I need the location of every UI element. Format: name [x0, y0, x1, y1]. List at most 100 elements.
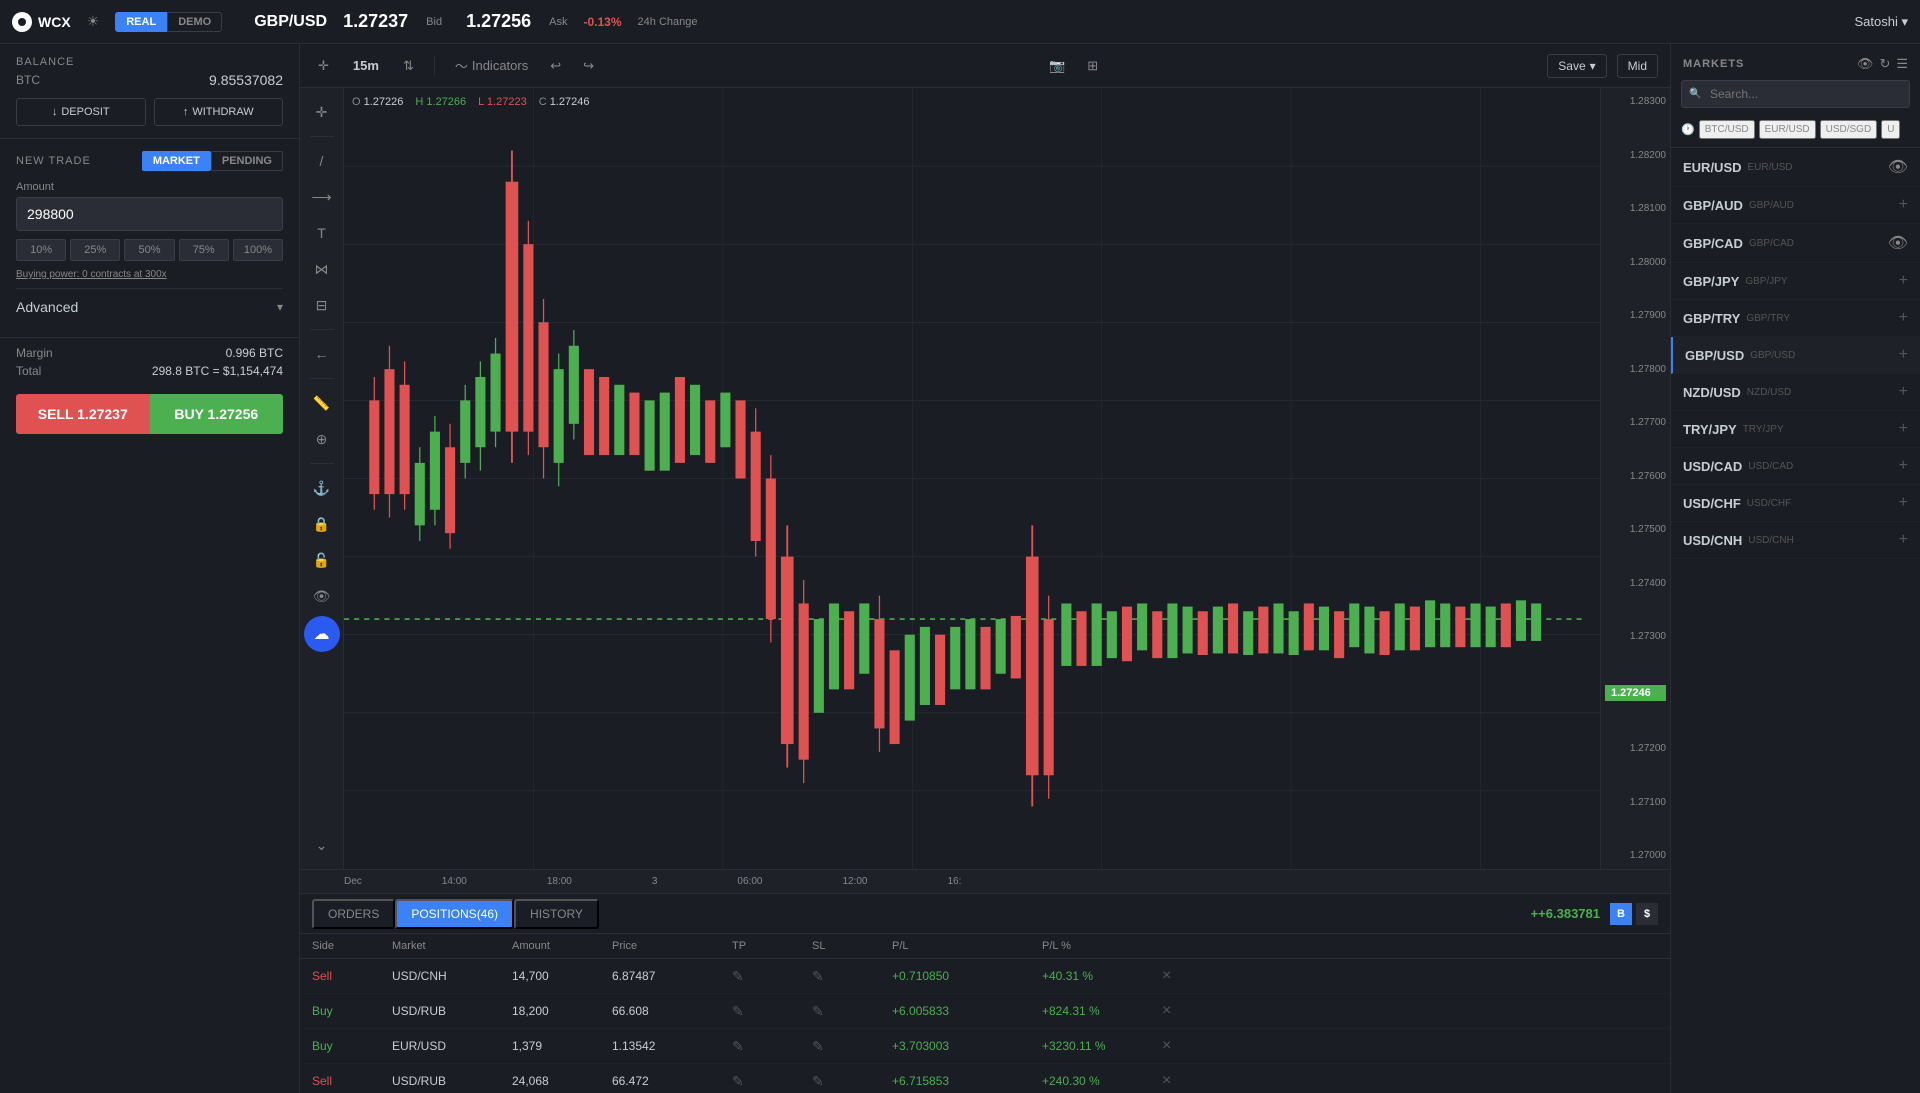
market-item-eurusd[interactable]: EUR/USD EUR/USD 👁: [1671, 148, 1920, 187]
pct-25-button[interactable]: 25%: [70, 239, 120, 261]
back-tool-button[interactable]: ←: [306, 338, 338, 370]
compare-button[interactable]: ⇅: [397, 54, 420, 78]
unlock-tool-button[interactable]: 🔓: [306, 544, 338, 576]
markets-search-input[interactable]: [1681, 80, 1910, 108]
orders-tab[interactable]: ORDERS: [312, 899, 395, 929]
save-button[interactable]: Save ▾: [1547, 54, 1606, 78]
sell-button[interactable]: SELL 1.27237: [16, 394, 150, 434]
undo-button[interactable]: ↩: [544, 54, 567, 78]
pending-button[interactable]: PENDING: [211, 151, 283, 171]
quick-pair-more[interactable]: U: [1881, 120, 1900, 139]
market-item-gbpaud[interactable]: GBP/AUD GBP/AUD +: [1671, 187, 1920, 224]
crosshair-tool-button[interactable]: ✛: [312, 54, 335, 78]
sl-edit-icon[interactable]: ✎: [812, 1003, 892, 1020]
advanced-toggle[interactable]: Advanced ▾: [16, 288, 283, 325]
lock-tool-button[interactable]: 🔒: [306, 508, 338, 540]
market-item-nzdusd[interactable]: NZD/USD NZD/USD +: [1671, 374, 1920, 411]
theme-icon[interactable]: ☀: [87, 13, 100, 30]
markets-header: MARKETS 👁 ↻ ☰: [1671, 44, 1920, 80]
row-price: 66.472: [612, 1074, 732, 1088]
buy-button[interactable]: BUY 1.27256: [150, 394, 284, 434]
market-button[interactable]: MARKET: [142, 151, 211, 171]
candlestick-chart: [344, 88, 1670, 869]
withdraw-button[interactable]: ↑ WITHDRAW: [154, 98, 284, 126]
close-position-icon[interactable]: ×: [1162, 1037, 1202, 1055]
market-add-icon[interactable]: +: [1899, 272, 1908, 290]
pct-50-button[interactable]: 50%: [124, 239, 174, 261]
market-add-icon[interactable]: +: [1899, 196, 1908, 214]
market-visibility-icon[interactable]: 👁: [1888, 233, 1908, 253]
cloud-button[interactable]: ☁: [304, 616, 340, 652]
quick-pair-btcusd[interactable]: BTC/USD: [1699, 120, 1755, 139]
text-tool-button[interactable]: T: [306, 217, 338, 249]
market-item-usdcad[interactable]: USD/CAD USD/CAD +: [1671, 448, 1920, 485]
price-level: 1.27100: [1605, 797, 1666, 808]
market-item-usdchf[interactable]: USD/CHF USD/CHF +: [1671, 485, 1920, 522]
markets-menu-button[interactable]: ☰: [1896, 56, 1908, 72]
pct-75-button[interactable]: 75%: [179, 239, 229, 261]
timeframe-button[interactable]: 15m: [345, 54, 387, 77]
cursor-tool-button[interactable]: ✛: [306, 96, 338, 128]
history-tab[interactable]: HISTORY: [514, 899, 599, 929]
path-tool-button[interactable]: ⋈: [306, 253, 338, 285]
row-pl: +6.715853: [892, 1074, 1042, 1088]
pct-100-button[interactable]: 100%: [233, 239, 283, 261]
tp-edit-icon[interactable]: ✎: [732, 1073, 812, 1090]
market-visibility-icon[interactable]: 👁: [1888, 157, 1908, 177]
pct-10-button[interactable]: 10%: [16, 239, 66, 261]
quick-pair-eurusd[interactable]: EUR/USD: [1759, 120, 1816, 139]
row-pl-pct: +824.31 %: [1042, 1004, 1162, 1018]
tp-edit-icon[interactable]: ✎: [732, 1003, 812, 1020]
indicators-button[interactable]: 〜 Indicators: [449, 52, 534, 79]
amount-input[interactable]: [16, 197, 283, 231]
close-position-icon[interactable]: ×: [1162, 967, 1202, 985]
mid-button[interactable]: Mid: [1617, 54, 1658, 78]
anchor-tool-button[interactable]: ⚓: [306, 472, 338, 504]
eye-tool-button[interactable]: 👁: [306, 580, 338, 612]
market-item-gbpusd[interactable]: GBP/USD GBP/USD +: [1671, 337, 1920, 374]
markets-eye-button[interactable]: 👁: [1857, 56, 1874, 72]
btc-switch-button[interactable]: B: [1610, 903, 1632, 925]
market-item-tryjpy[interactable]: TRY/JPY TRY/JPY +: [1671, 411, 1920, 448]
real-mode-button[interactable]: REAL: [115, 12, 167, 32]
quick-pair-usdsgd[interactable]: USD/SGD: [1820, 120, 1878, 139]
multiline-tool-button[interactable]: ⊟: [306, 289, 338, 321]
market-add-icon[interactable]: +: [1899, 531, 1908, 549]
top-bar: WCX ☀ REAL DEMO GBP/USD 1.27237 Bid 1.27…: [0, 0, 1920, 44]
market-add-icon[interactable]: +: [1899, 309, 1908, 327]
tp-edit-icon[interactable]: ✎: [732, 968, 812, 985]
usd-switch-button[interactable]: $: [1636, 903, 1658, 925]
tp-edit-icon[interactable]: ✎: [732, 1038, 812, 1055]
user-info[interactable]: Satoshi ▾: [1854, 14, 1908, 30]
table-row: Buy USD/RUB 18,200 66.608 ✎ ✎ +6.005833 …: [300, 994, 1670, 1029]
screenshot-button[interactable]: 📷: [1043, 54, 1071, 78]
bid-price: 1.27237: [343, 11, 408, 32]
market-add-icon[interactable]: +: [1899, 457, 1908, 475]
ruler-tool-button[interactable]: 📏: [306, 387, 338, 419]
close-position-icon[interactable]: ×: [1162, 1072, 1202, 1090]
market-add-icon[interactable]: +: [1899, 494, 1908, 512]
demo-mode-button[interactable]: DEMO: [167, 12, 222, 32]
market-item-gbpjpy[interactable]: GBP/JPY GBP/JPY +: [1671, 263, 1920, 300]
sl-edit-icon[interactable]: ✎: [812, 1038, 892, 1055]
sl-edit-icon[interactable]: ✎: [812, 968, 892, 985]
redo-button[interactable]: ↪: [577, 54, 600, 78]
expand-button[interactable]: ⌄: [306, 829, 338, 861]
market-item-gbptry[interactable]: GBP/TRY GBP/TRY +: [1671, 300, 1920, 337]
layout-button[interactable]: ⊞: [1081, 54, 1104, 78]
markets-refresh-button[interactable]: ↻: [1879, 56, 1890, 72]
market-add-icon[interactable]: +: [1899, 420, 1908, 438]
market-add-icon[interactable]: +: [1899, 383, 1908, 401]
close-position-icon[interactable]: ×: [1162, 1002, 1202, 1020]
sl-edit-icon[interactable]: ✎: [812, 1073, 892, 1090]
zoom-in-button[interactable]: ⊕: [306, 423, 338, 455]
mode-switcher[interactable]: REAL DEMO: [115, 12, 222, 32]
positions-tab[interactable]: POSITIONS(46): [395, 899, 514, 929]
ray-tool-button[interactable]: ⟶: [306, 181, 338, 213]
col-amount: Amount: [512, 940, 612, 952]
pen-tool-button[interactable]: /: [306, 145, 338, 177]
market-item-gbpcad[interactable]: GBP/CAD GBP/CAD 👁: [1671, 224, 1920, 263]
market-item-usdcnh[interactable]: USD/CNH USD/CNH +: [1671, 522, 1920, 559]
market-add-icon[interactable]: +: [1899, 346, 1908, 364]
deposit-button[interactable]: ↓ DEPOSIT: [16, 98, 146, 126]
